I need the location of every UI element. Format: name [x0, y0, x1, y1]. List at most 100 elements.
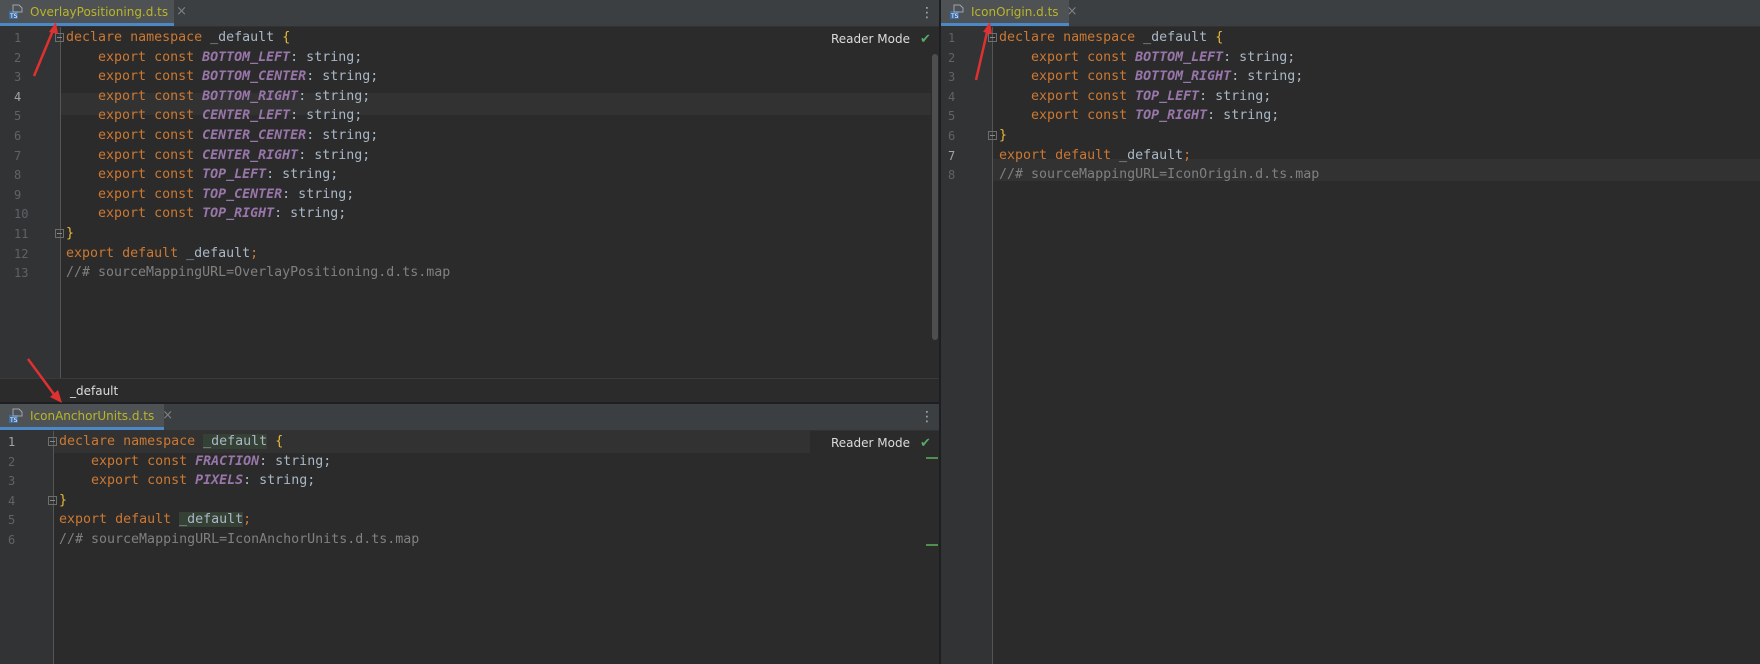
- keyword: const: [154, 167, 195, 183]
- keyword: const: [147, 453, 188, 469]
- svg-text:TS: TS: [9, 417, 18, 424]
- tab-icon-anchor-units[interactable]: TS IconAnchorUnits.d.ts ×: [0, 404, 173, 430]
- keyword: const: [154, 186, 195, 202]
- keyword: const: [1087, 69, 1128, 85]
- keyword: export: [98, 206, 147, 222]
- reader-mode-button[interactable]: Reader Mode: [831, 436, 910, 450]
- constant-name: BOTTOM_CENTER: [202, 69, 307, 85]
- keyword: namespace: [1063, 30, 1136, 45]
- breadcrumb-item-default[interactable]: _default: [70, 384, 118, 398]
- tab-bar: TS IconOrigin.d.ts ×: [941, 0, 1760, 27]
- constant-name: BOTTOM_RIGHT: [202, 88, 299, 104]
- more-options-icon[interactable]: ⋮: [919, 4, 935, 22]
- constant-name: CENTER_LEFT: [202, 108, 291, 124]
- line-number: 7: [14, 148, 22, 163]
- line-number: 5: [8, 513, 16, 528]
- fold-toggle-icon[interactable]: [48, 437, 57, 446]
- keyword: export: [98, 147, 147, 163]
- breadcrumb-bar: _default: [0, 378, 939, 403]
- tab-label: IconAnchorUnits.d.ts: [30, 408, 155, 423]
- line-number: 6: [948, 129, 956, 143]
- comment-text: //# sourceMappingURL=OverlayPositioning.…: [66, 265, 451, 281]
- keyword: export: [98, 128, 147, 143]
- constant-name: CENTER_CENTER: [202, 128, 307, 143]
- reader-mode-button[interactable]: Reader Mode: [831, 32, 910, 46]
- line-number: 7: [948, 148, 956, 163]
- vertical-scrollbar[interactable]: [932, 54, 938, 340]
- line-number: 8: [948, 168, 956, 183]
- keyword: namespace: [123, 434, 196, 449]
- keyword: declare: [59, 434, 116, 449]
- constant-name: BOTTOM_LEFT: [1135, 49, 1224, 65]
- code-line[interactable]: //# sourceMappingURL=IconOrigin.d.ts.map: [999, 164, 1319, 186]
- inspection-ok-icon: ✔: [920, 436, 931, 451]
- close-tab-icon[interactable]: ×: [162, 408, 173, 423]
- keyword: export: [1031, 88, 1080, 104]
- keyword: const: [147, 473, 188, 489]
- punctuation: {: [275, 434, 284, 449]
- constant-name: TOP_CENTER: [202, 186, 283, 202]
- line-number: 12: [14, 246, 29, 261]
- svg-text:TS: TS: [9, 13, 18, 20]
- close-tab-icon[interactable]: ×: [176, 4, 187, 19]
- tab-icon-origin[interactable]: TS IconOrigin.d.ts ×: [941, 0, 1077, 26]
- type-annotation: : string;: [259, 453, 332, 469]
- keyword: export: [91, 453, 140, 469]
- type-annotation: : string;: [298, 88, 371, 104]
- namespace-identifier: _default: [203, 434, 268, 449]
- line-number: 5: [14, 109, 22, 124]
- code-line[interactable]: export const PIXELS: string;: [91, 470, 315, 492]
- namespace-identifier: _default: [1143, 30, 1208, 45]
- tab-overlay-positioning[interactable]: TS OverlayPositioning.d.ts ×: [0, 0, 187, 26]
- close-tab-icon[interactable]: ×: [1067, 4, 1078, 19]
- code-line[interactable]: //# sourceMappingURL=IconAnchorUnits.d.t…: [59, 529, 419, 551]
- change-marker: [926, 457, 938, 459]
- editor-pane-icon-origin: TS IconOrigin.d.ts × 1 2 3 4 5 6 7 8 declare nam…: [941, 0, 1760, 664]
- keyword: const: [154, 88, 195, 104]
- type-annotation: : string;: [290, 108, 363, 124]
- code-line[interactable]: export const TOP_RIGHT: string;: [1031, 105, 1279, 127]
- keyword: const: [154, 108, 195, 124]
- line-number: 5: [948, 109, 956, 124]
- namespace-identifier: _default: [210, 30, 275, 45]
- fold-toggle-icon[interactable]: [988, 131, 997, 140]
- keyword: const: [154, 69, 195, 85]
- comment-text: //# sourceMappingURL=IconAnchorUnits.d.t…: [59, 532, 420, 547]
- keyword: const: [154, 147, 195, 163]
- type-annotation: : string;: [266, 167, 339, 183]
- keyword: export: [98, 108, 147, 124]
- type-annotation: : string;: [1223, 49, 1296, 65]
- type-annotation: : string;: [290, 49, 363, 65]
- line-number: 10: [14, 207, 29, 222]
- typescript-file-icon: TS: [8, 4, 24, 20]
- more-options-icon[interactable]: ⋮: [919, 408, 935, 426]
- line-number: 11: [14, 227, 29, 241]
- keyword: default: [122, 245, 179, 261]
- punctuation: ;: [250, 245, 259, 261]
- keyword: export: [66, 245, 115, 261]
- type-annotation: : string;: [282, 186, 355, 202]
- line-number: 9: [14, 187, 22, 202]
- keyword: namespace: [130, 30, 203, 45]
- punctuation: ;: [243, 512, 252, 528]
- code-line[interactable]: //# sourceMappingURL=OverlayPositioning.…: [66, 262, 450, 284]
- annotation-arrow: [32, 22, 58, 77]
- code-line[interactable]: export const TOP_RIGHT: string;: [98, 203, 346, 225]
- keyword: export: [91, 473, 140, 489]
- constant-name: TOP_RIGHT: [202, 206, 275, 222]
- line-number: 6: [14, 129, 22, 143]
- namespace-identifier: _default: [179, 512, 244, 528]
- fold-toggle-icon[interactable]: [55, 229, 64, 238]
- constant-name: PIXELS: [195, 473, 244, 489]
- keyword: export: [1031, 108, 1080, 124]
- keyword: export: [98, 88, 147, 104]
- fold-toggle-icon[interactable]: [48, 495, 57, 505]
- closing-brace: }: [66, 226, 75, 241]
- punctuation: {: [282, 30, 291, 45]
- keyword: export: [98, 49, 147, 65]
- type-annotation: : string;: [274, 206, 347, 222]
- svg-text:TS: TS: [950, 13, 959, 20]
- keyword: export: [98, 186, 147, 202]
- namespace-identifier: _default: [186, 245, 251, 261]
- keyword: export: [98, 69, 147, 85]
